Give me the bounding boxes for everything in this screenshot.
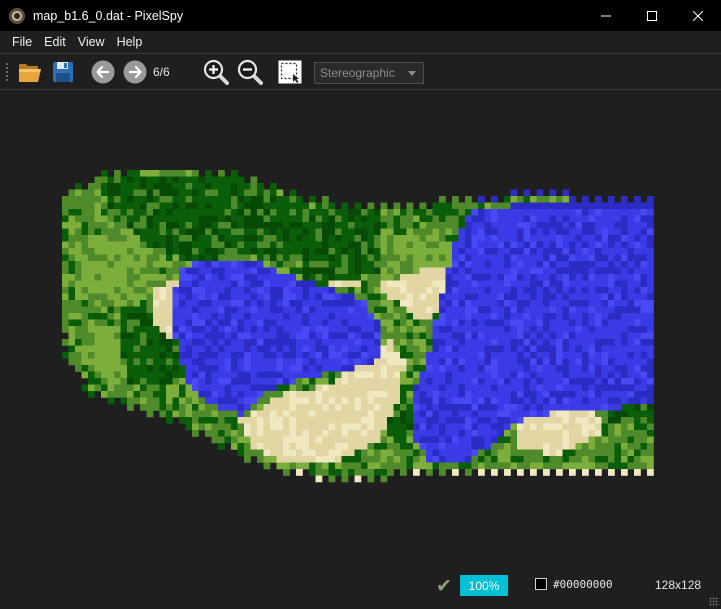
window-controls: [583, 0, 721, 31]
previous-button[interactable]: [90, 59, 116, 85]
color-swatch: [535, 578, 547, 590]
zoom-level-badge[interactable]: 100%: [460, 575, 508, 596]
color-value: #00000000: [553, 578, 613, 591]
image-dimensions: 128x128: [655, 578, 702, 592]
menu-bar: File Edit View Help: [0, 31, 721, 53]
chevron-down-icon: [408, 71, 416, 76]
save-button[interactable]: [50, 59, 76, 85]
previous-icon: [91, 60, 115, 84]
selection-button[interactable]: [277, 59, 303, 85]
status-bar: ✔ 100% #00000000 128x128: [0, 570, 721, 609]
window-title: map_b1.6_0.dat - PixelSpy: [33, 8, 184, 23]
menu-view[interactable]: View: [72, 31, 111, 53]
toolbar-grip[interactable]: [5, 62, 9, 82]
maximize-button[interactable]: [629, 0, 675, 31]
menu-help[interactable]: Help: [111, 31, 149, 53]
check-icon: ✔: [436, 576, 452, 597]
projection-select[interactable]: Stereographic: [314, 62, 424, 84]
selection-icon: [278, 60, 302, 84]
zoom-in-icon: [203, 59, 229, 85]
app-eye-icon: [9, 7, 25, 24]
pixel-map-image: [62, 170, 654, 483]
close-button[interactable]: [675, 0, 721, 31]
title-bar: map_b1.6_0.dat - PixelSpy: [0, 0, 721, 31]
zoom-out-icon: [237, 59, 263, 85]
open-folder-icon: [19, 64, 41, 82]
image-canvas[interactable]: [0, 90, 721, 570]
toolbar: 6/6 Stereographic: [0, 53, 721, 90]
menu-edit[interactable]: Edit: [38, 31, 72, 53]
close-icon: [693, 10, 703, 21]
menu-file[interactable]: File: [6, 31, 38, 53]
zoom-out-button[interactable]: [237, 59, 263, 85]
projection-value: Stereographic: [320, 66, 395, 80]
next-icon: [123, 60, 147, 84]
save-icon: [53, 62, 73, 82]
page-counter: 6/6: [153, 65, 170, 79]
open-button[interactable]: [17, 59, 43, 85]
maximize-icon: [647, 10, 657, 21]
minimize-icon: [601, 15, 611, 16]
next-button[interactable]: [122, 59, 148, 85]
zoom-in-button[interactable]: [203, 59, 229, 85]
resize-grip[interactable]: [709, 597, 719, 607]
minimize-button[interactable]: [583, 0, 629, 31]
